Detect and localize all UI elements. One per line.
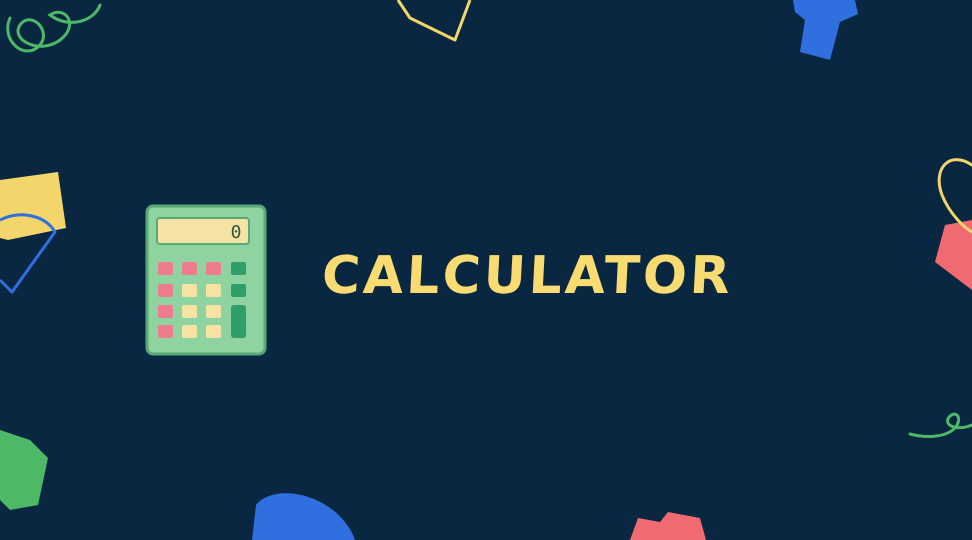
red-block-decoration <box>630 512 706 540</box>
yellow-outline-shape-decoration <box>396 0 472 42</box>
red-right-block-decoration <box>935 220 972 290</box>
yellow-block-decoration <box>0 172 66 240</box>
green-block-decoration <box>0 430 48 510</box>
green-right-squiggle-decoration <box>908 412 972 438</box>
calculator-icon: 0 <box>145 204 267 356</box>
blue-half-disc-decoration <box>252 493 355 540</box>
blue-block-decoration <box>793 0 858 60</box>
green-squiggle-decoration <box>6 3 102 53</box>
page-title: CALCULATOR <box>320 246 735 306</box>
calculator-display-text: 0 <box>231 222 242 243</box>
